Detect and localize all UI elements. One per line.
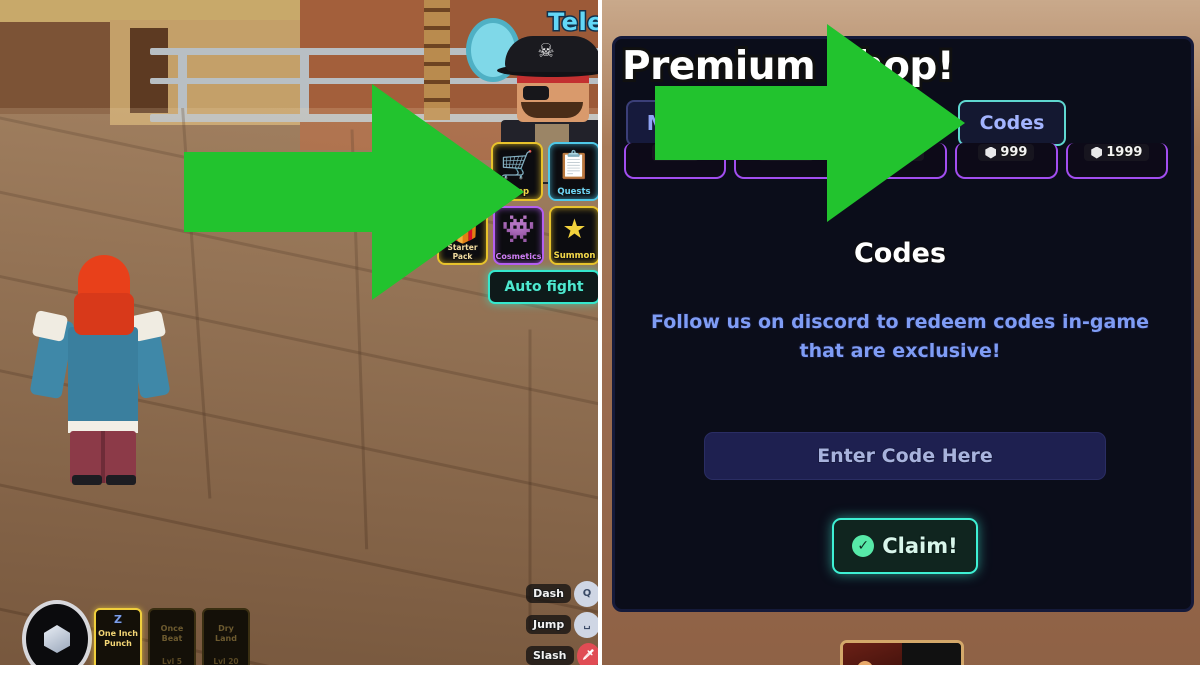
star-icon: ★: [562, 213, 587, 245]
quests-button-label: Quests: [556, 186, 591, 198]
skill-name-2: Once Beat: [160, 623, 184, 644]
codes-heading: Codes: [852, 237, 947, 271]
dash-label: Dash: [526, 584, 571, 603]
arrow-pointing-to-shop-button: [184, 84, 524, 300]
clipboard-check-icon: 📋: [557, 149, 591, 181]
jump-key: ␣: [574, 611, 600, 638]
jump-label: Jump: [526, 615, 572, 634]
jump-control[interactable]: Jump ␣: [526, 609, 600, 640]
codes-description: Follow us on discord to redeem codes in-…: [650, 310, 1150, 363]
skill-name-1: One Inch Punch: [97, 628, 138, 649]
shop-screenshot-pane: Premium Shop! Main Codes 49 199 499: [600, 0, 1200, 675]
claim-button[interactable]: ✓ Claim!: [832, 518, 978, 574]
skull-icon: ☠: [537, 40, 555, 62]
tab-codes[interactable]: Codes: [958, 100, 1066, 146]
quests-button[interactable]: 📋 Quests: [548, 142, 600, 201]
mobile-controls: Dash Q Jump ␣ Slash 🗡: [526, 578, 600, 671]
check-circle-icon: ✓: [852, 535, 875, 557]
player-avatar: [29, 255, 171, 485]
gem-icon: [44, 625, 70, 653]
teleport-label: Tele: [547, 7, 600, 38]
price-card[interactable]: 999: [955, 143, 1058, 179]
price-card[interactable]: 1999: [1065, 143, 1169, 179]
arrow-pointing-to-codes-tab: [655, 24, 965, 222]
dash-control[interactable]: Dash Q: [526, 578, 600, 609]
price-value: 1999: [1105, 144, 1143, 161]
skill-key-1: Z: [113, 612, 123, 627]
screenshot-root: ☠ Tele Go! 2 🛒 Shop 📋 Q: [0, 0, 1200, 675]
claim-button-label: Claim!: [881, 533, 959, 560]
code-input[interactable]: Enter Code Here: [704, 432, 1106, 480]
summon-button-label: Summon: [553, 250, 597, 262]
robux-icon: [985, 146, 997, 159]
dash-key: Q: [574, 580, 600, 607]
summon-button[interactable]: ★ Summon: [549, 206, 600, 265]
robux-icon: [1091, 146, 1103, 159]
inventory-orb-button[interactable]: [22, 600, 92, 675]
price-value: 999: [1000, 144, 1029, 161]
game-viewport: ☠ Tele Go! 2 🛒 Shop 📋 Q: [0, 0, 600, 675]
slash-label: Slash: [526, 646, 574, 665]
skill-name-3: Dry Land: [214, 623, 238, 644]
pane-divider: [598, 0, 602, 675]
